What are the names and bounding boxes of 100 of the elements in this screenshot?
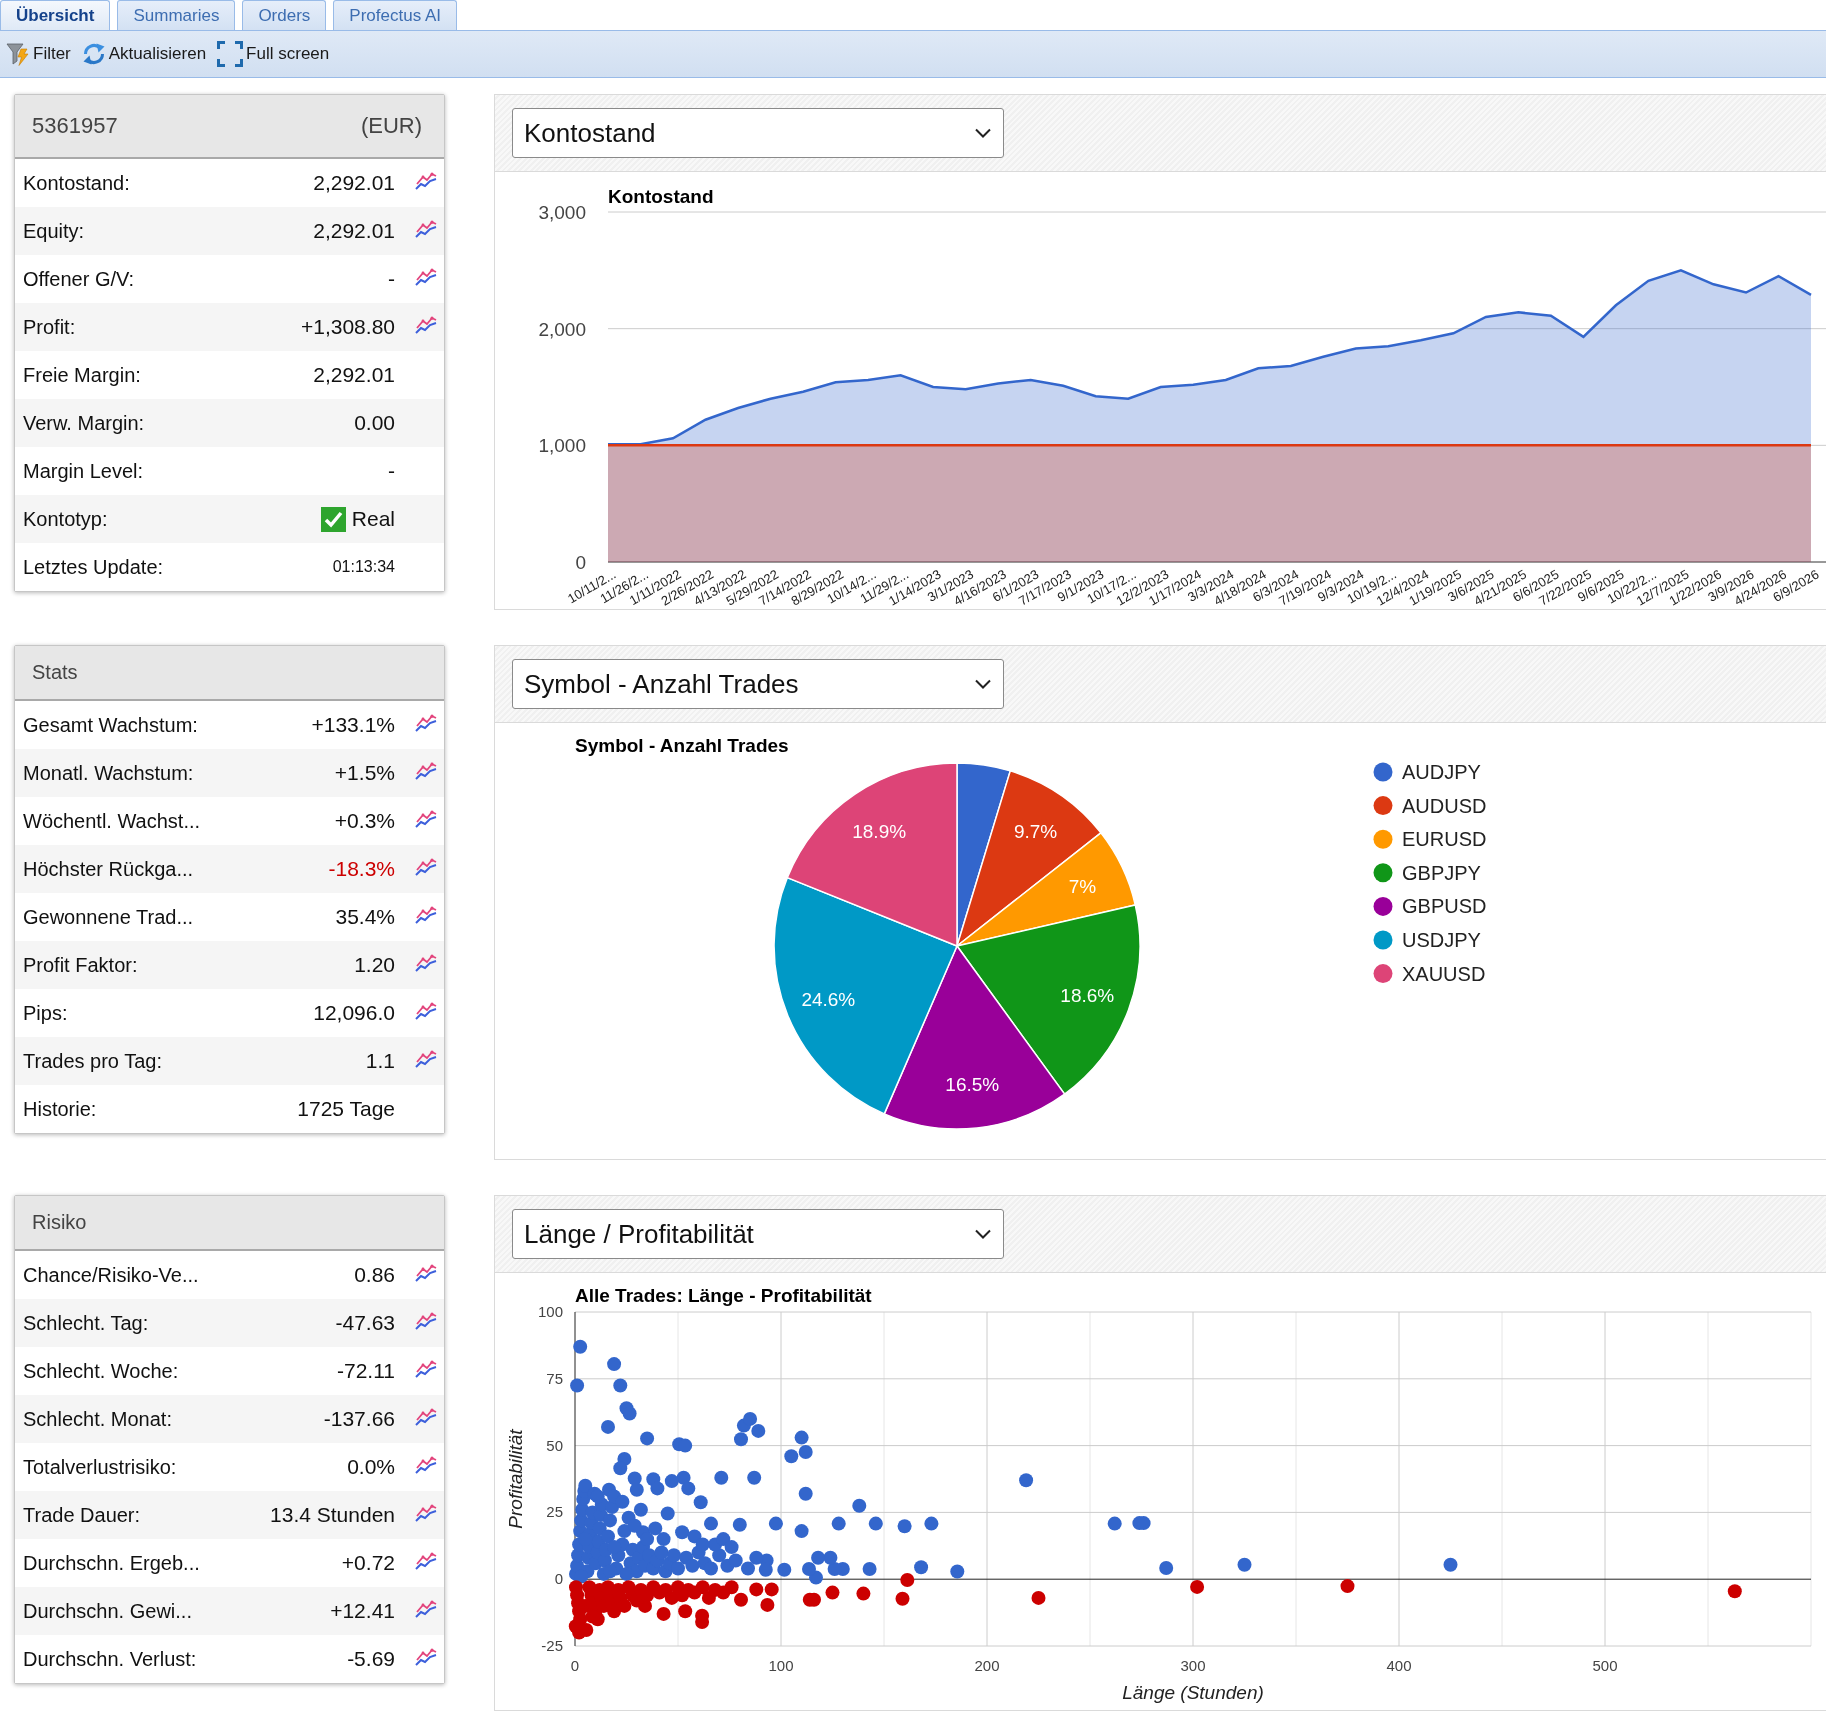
trend-chart-icon[interactable] [415,906,437,924]
trend-chart-icon[interactable] [415,810,437,828]
slice-percent-label: 9.7% [1013,821,1058,843]
stat-label: Gesamt Wachstum: [23,713,199,737]
slice-percent-label: 16.5% [945,1074,1000,1096]
stat-value: 2,292.01 [313,363,395,387]
stat-label: Margin Level: [23,459,145,483]
trend-chart-icon[interactable] [415,1600,437,1618]
stat-value: -18.3% [328,857,395,881]
trend-chart-icon[interactable] [415,316,437,334]
slice-percent-label: 24.6% [801,988,856,1010]
refresh-icon [81,42,106,66]
axis-tick-label: 25 [546,1503,563,1521]
trend-chart-icon[interactable] [415,1312,437,1330]
toolbar-button[interactable]: Filter [6,42,71,66]
axis-tick-label: 0 [570,1657,580,1674]
legend-label: EURUSD [1402,828,1487,851]
trend-chart-icon[interactable] [415,1552,437,1570]
stat-label: Durchschn. Gewi... [23,1599,193,1623]
legend-label: GBPJPY [1402,861,1481,884]
trend-chart-icon[interactable] [415,1648,437,1666]
stat-value: +0.72 [341,1551,395,1575]
tab[interactable]: Orders [242,0,327,30]
trend-chart-icon[interactable] [415,1504,437,1522]
stat-label: Wöchentl. Wachst... [23,809,202,833]
stat-value: 2,292.01 [313,171,395,195]
trend-chart-icon[interactable] [415,1360,437,1378]
stat-label: Durchschn. Verlust: [23,1647,198,1671]
stat-label: Schlecht. Tag: [23,1311,150,1335]
axis-tick-label: 200 [974,1657,1000,1674]
stat-label: Schlecht. Woche: [23,1359,180,1383]
trend-chart-icon[interactable] [415,858,437,876]
stat-value: 13.4 Stunden [270,1503,395,1527]
trend-chart-icon[interactable] [415,1002,437,1020]
stat-label: Kontostand: [23,171,131,195]
axis-tick-label: 100 [768,1657,794,1674]
stat-label: Monatl. Wachstum: [23,761,195,785]
stat-value: Real [351,507,395,531]
toolbar-button[interactable]: Full screen [217,41,330,67]
legend-label: AUDJPY [1402,761,1481,783]
tab[interactable]: Summaries [117,0,236,30]
trend-chart-icon[interactable] [415,172,437,190]
axis-tick-label: 500 [1592,1657,1618,1674]
stat-label: Trade Dauer: [23,1503,142,1527]
chevron-down-icon [975,128,991,138]
legend-label: AUDUSD [1402,794,1487,817]
axis-tick-label: 3,000 [538,202,586,223]
trend-chart-icon[interactable] [415,1456,437,1474]
trend-chart-icon[interactable] [415,268,437,286]
chevron-down-icon [975,1229,991,1239]
stat-value: +0.3% [334,809,395,833]
chart-select[interactable]: Länge / Profitabilität [512,1209,1004,1259]
trend-chart-icon[interactable] [415,1050,437,1068]
stat-value: 12,096.0 [313,1001,395,1025]
chart-title: Alle Trades: Länge - Profitabilität [575,1285,872,1306]
tab[interactable]: Übersicht [0,0,111,30]
stat-value: -72.11 [337,1359,395,1383]
stat-label: Totalverlustrisiko: [23,1455,178,1479]
stat-value: 0.0% [347,1455,395,1479]
stat-value: -47.63 [335,1311,395,1335]
stat-label: Verw. Margin: [23,411,146,435]
axis-title: Länge (Stunden) [1122,1682,1264,1703]
chart-select[interactable]: Kontostand [512,108,1004,158]
trend-chart-icon[interactable] [415,762,437,780]
slice-percent-label: 7% [1068,876,1097,897]
axis-tick-label: 100 [537,1303,563,1320]
stat-label: Profit Faktor: [23,953,139,977]
tab[interactable]: Profectus AI [333,0,458,30]
axis-tick-label: 2,000 [538,318,586,340]
stat-label: Offener G/V: [23,267,136,291]
stat-value: 1725 Tage [297,1097,395,1121]
stat-value: -5.69 [347,1647,395,1671]
trend-chart-icon[interactable] [415,1264,437,1282]
legend-label: XAUUSD [1402,962,1486,985]
chart-title: Kontostand [608,186,714,207]
stat-label: Pips: [23,1001,69,1025]
stat-label: Freie Margin: [23,363,142,387]
toolbar-button[interactable]: Aktualisieren [81,42,207,66]
chart-title: Symbol - Anzahl Trades [575,735,789,756]
stat-value: 2,292.01 [313,219,395,243]
stat-value: 1.20 [354,953,395,977]
stat-label: Kontotyp: [23,507,109,531]
chart-select[interactable]: Symbol - Anzahl Trades [512,659,1004,709]
stat-label: Profit: [23,315,77,339]
slice-percent-label: 18.9% [852,820,907,842]
trend-chart-icon[interactable] [415,954,437,972]
stat-value: +1.5% [334,761,395,785]
axis-tick-label: 1,000 [538,435,586,457]
stat-value: +133.1% [311,713,395,737]
trend-chart-icon[interactable] [415,1408,437,1426]
axis-tick-label: 300 [1180,1657,1206,1674]
trend-chart-icon[interactable] [415,220,437,238]
fullscreen-icon [217,41,244,67]
stat-label: Chance/Risiko-Ve... [23,1263,200,1287]
stat-value: -137.66 [323,1407,395,1431]
stat-label: Equity: [23,219,86,243]
panel-title: Risiko [32,1211,87,1234]
axis-tick-label: -25 [541,1637,563,1654]
trend-chart-icon[interactable] [415,714,437,732]
legend-label: USDJPY [1402,929,1481,951]
